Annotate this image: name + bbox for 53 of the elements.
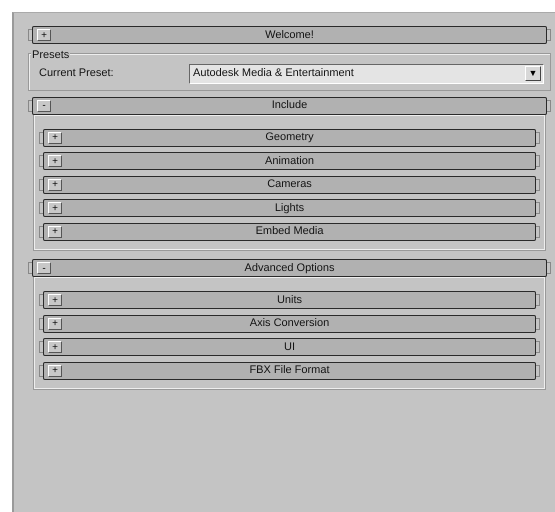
rollout-header[interactable]: + Welcome! [32, 26, 547, 44]
toggle-button[interactable]: + [48, 318, 62, 330]
bracket-mark [536, 341, 540, 353]
bracket-mark [536, 318, 540, 330]
rollout-header[interactable]: - Advanced Options [32, 259, 547, 277]
rollout-title: Animation [265, 154, 314, 167]
rollout-title: Cameras [267, 178, 312, 190]
rollout-header[interactable]: - Include [32, 96, 547, 114]
toggle-button[interactable]: - [37, 100, 51, 112]
toggle-button[interactable]: + [37, 29, 51, 41]
rollout-title: Lights [274, 202, 304, 214]
rollout-title: Units [276, 294, 302, 306]
rollout-title: Advanced Options [244, 262, 334, 274]
toggle-button[interactable]: + [48, 226, 62, 238]
bracket-mark [536, 155, 540, 167]
toggle-button[interactable]: + [48, 341, 62, 353]
rollout-header[interactable]: + FBX File Format [43, 362, 536, 380]
rollout-title: Include [272, 99, 308, 112]
bracket-mark [536, 294, 540, 306]
bracket-mark [536, 132, 540, 144]
bracket-mark [536, 364, 540, 376]
rollout-header[interactable]: + Units [43, 291, 536, 309]
rollout-header[interactable]: + Animation [43, 152, 536, 170]
bracket-mark [536, 178, 540, 190]
group-label: Presets [31, 49, 70, 61]
toggle-button[interactable]: + [48, 155, 62, 167]
rollout-title: UI [284, 340, 295, 353]
field-label: Current Preset: [39, 66, 115, 82]
rollout-header[interactable]: + Lights [43, 199, 536, 217]
toggle-button[interactable]: - [37, 262, 51, 274]
bracket-mark [547, 29, 551, 41]
rollout-header[interactable]: + Geometry [43, 128, 536, 146]
rollout-header[interactable]: + UI [43, 338, 536, 356]
bracket-mark [536, 226, 540, 238]
rollout-header[interactable]: + Embed Media [43, 222, 536, 240]
bracket-mark [536, 202, 540, 214]
rollout-title: Welcome! [265, 28, 314, 41]
preset-dropdown[interactable]: Autodesk Media & Entertainment ▼ [189, 64, 544, 84]
rollout-title: FBX File Format [249, 364, 330, 376]
dropdown-value: Autodesk Media & Entertainment [193, 66, 354, 82]
toggle-button[interactable]: + [48, 364, 62, 376]
toggle-button[interactable]: + [48, 178, 62, 190]
bracket-mark [547, 262, 551, 274]
rollout-title: Axis Conversion [250, 317, 330, 330]
toggle-button[interactable]: + [48, 294, 62, 306]
rollout-header[interactable]: + Cameras [43, 176, 536, 194]
dropdown-button[interactable]: ▼ [525, 66, 541, 81]
toggle-button[interactable]: + [48, 132, 62, 144]
toggle-button[interactable]: + [48, 202, 62, 214]
rollout-header[interactable]: + Axis Conversion [43, 314, 536, 332]
bracket-mark [547, 100, 551, 112]
rollout-title: Geometry [265, 131, 314, 144]
rollout-title: Embed Media [256, 225, 324, 238]
